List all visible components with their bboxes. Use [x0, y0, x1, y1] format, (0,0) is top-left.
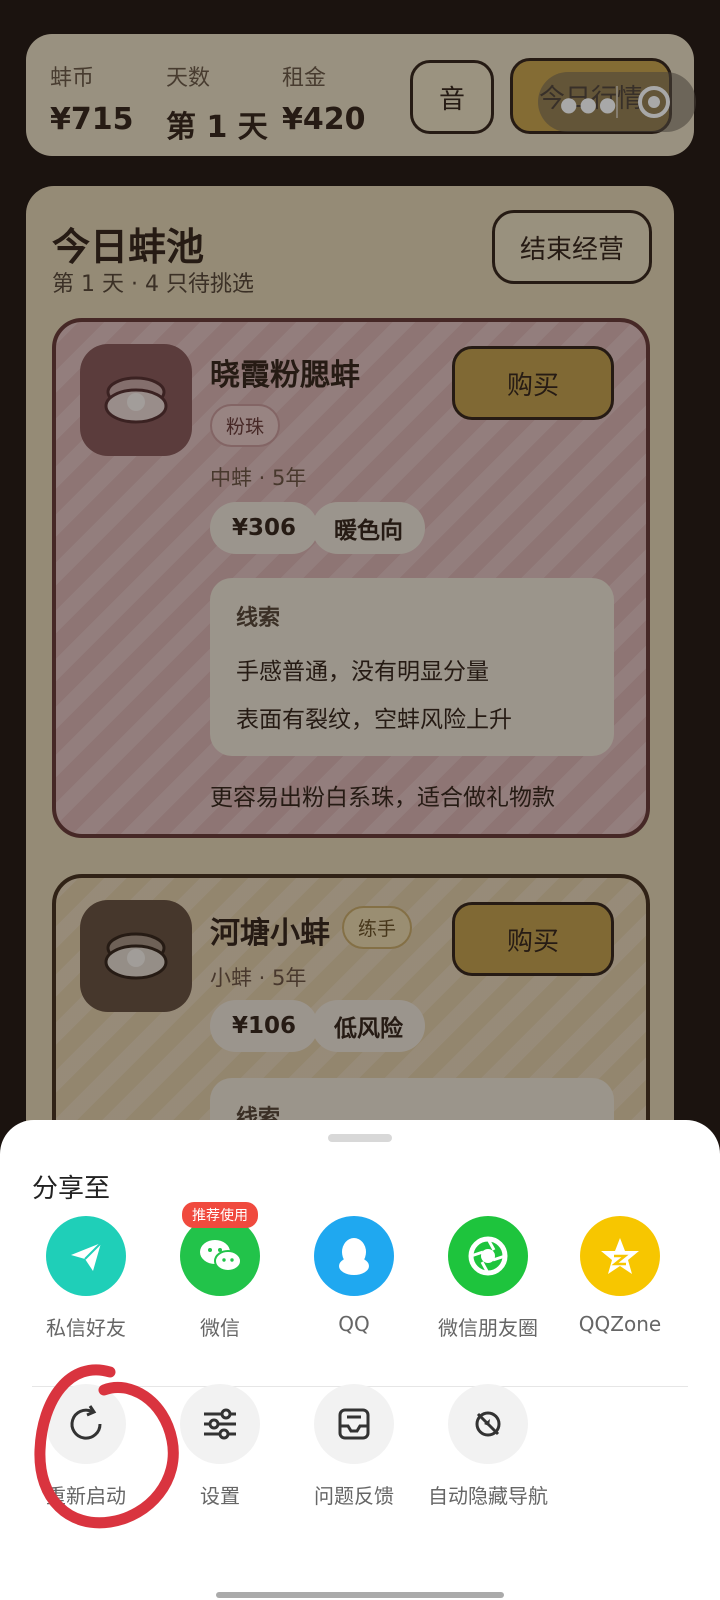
share-wechat[interactable]: 推荐使用 微信	[152, 1202, 288, 1341]
function-label: 自动隐藏导航	[428, 1484, 548, 1508]
share-label: QQ	[338, 1312, 370, 1336]
hide-navigation-icon	[448, 1384, 528, 1464]
restart-icon	[46, 1384, 126, 1464]
feedback-button[interactable]: 问题反馈	[286, 1384, 422, 1509]
function-label: 问题反馈	[314, 1484, 394, 1508]
auto-hide-nav-button[interactable]: 自动隐藏导航	[420, 1384, 556, 1509]
qzone-star-icon	[580, 1216, 660, 1296]
settings-sliders-icon	[180, 1384, 260, 1464]
share-label: 微信朋友圈	[438, 1316, 538, 1340]
function-label: 重新启动	[46, 1484, 126, 1508]
qq-penguin-icon	[314, 1216, 394, 1296]
share-private-message[interactable]: 私信好友	[18, 1216, 154, 1341]
sheet-title: 分享至	[32, 1174, 111, 1204]
paper-plane-icon	[46, 1216, 126, 1296]
recommend-badge: 推荐使用	[182, 1202, 258, 1228]
share-moments[interactable]: 微信朋友圈	[420, 1216, 556, 1341]
share-label: 微信	[200, 1316, 240, 1340]
share-label: 私信好友	[46, 1316, 126, 1340]
game-screen: 蚌币 ¥715 天数 第 1 天 租金 ¥420 音 今日行情 ●●● 今日蚌池…	[0, 0, 720, 1600]
home-indicator[interactable]	[216, 1592, 504, 1598]
function-label: 设置	[200, 1484, 240, 1508]
settings-button[interactable]: 设置	[152, 1384, 288, 1509]
sheet-grabber[interactable]	[328, 1134, 392, 1142]
feedback-inbox-icon	[314, 1384, 394, 1464]
restart-button[interactable]: 重新启动	[18, 1384, 154, 1509]
share-sheet: 分享至 私信好友 推荐使用 微信 QQ 微信朋友圈 QQZone 重新启动 设置…	[0, 1120, 720, 1600]
share-label: QQZone	[578, 1312, 662, 1336]
share-qq[interactable]: QQ	[286, 1216, 422, 1336]
wechat-icon	[180, 1216, 260, 1296]
share-qzone[interactable]: QQZone	[552, 1216, 688, 1336]
moments-shutter-icon	[448, 1216, 528, 1296]
